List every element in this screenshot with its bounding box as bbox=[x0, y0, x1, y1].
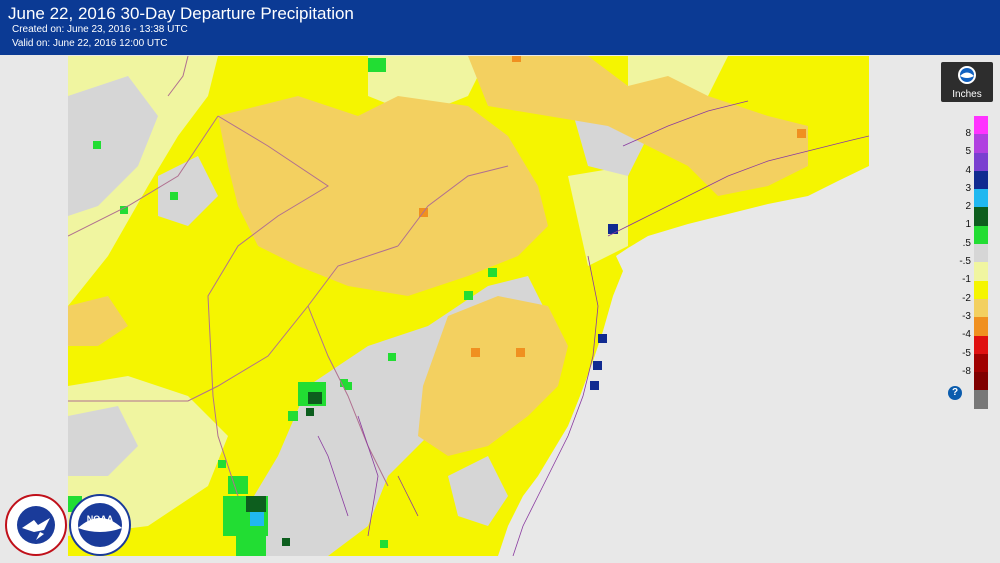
legend-swatch bbox=[974, 353, 988, 373]
legend-label: .5 bbox=[962, 237, 971, 249]
noaa-logo-text: NOAA bbox=[87, 514, 114, 524]
legend-swatch bbox=[974, 189, 988, 208]
legend-label: 5 bbox=[965, 146, 971, 158]
legend-label bbox=[941, 403, 971, 421]
legend-swatch bbox=[974, 244, 988, 263]
legend-swatch bbox=[974, 170, 988, 190]
legend-panel: Inches 8 5 4 3 2 1 .5 -.5 -1 -2 -3 -4 -5 -8 bbox=[941, 62, 993, 409]
legend-swatch bbox=[974, 225, 988, 245]
page-title: June 22, 2016 30-Day Departure Precipita… bbox=[8, 4, 354, 23]
valid-timestamp: Valid on: June 22, 2016 12:00 UTC bbox=[12, 38, 168, 49]
legend-swatch bbox=[974, 298, 988, 318]
legend-label: -8 bbox=[962, 365, 971, 377]
legend-label: -2 bbox=[962, 292, 971, 304]
title-bar: June 22, 2016 30-Day Departure Precipita… bbox=[0, 0, 1000, 55]
legend-label: 1 bbox=[965, 219, 971, 231]
precip-cells-plus2 bbox=[250, 512, 264, 526]
legend-swatch bbox=[974, 317, 988, 336]
noaa-logo-icon-large: NOAA bbox=[69, 494, 131, 556]
noaa-badge: Inches bbox=[941, 62, 993, 102]
noaa-logo-icon bbox=[958, 66, 976, 84]
legend-swatch bbox=[974, 152, 988, 171]
legend-label: -3 bbox=[962, 310, 971, 322]
legend-label: 3 bbox=[965, 182, 971, 194]
legend-label: -1 bbox=[962, 274, 971, 286]
legend-swatch bbox=[974, 390, 988, 409]
legend-swatch bbox=[974, 280, 988, 299]
legend-label: -.5 bbox=[959, 256, 971, 268]
map-canvas bbox=[68, 56, 869, 556]
created-timestamp: Created on: June 23, 2016 - 13:38 UTC bbox=[12, 24, 188, 35]
agency-logos: NOAA bbox=[4, 492, 134, 563]
legend-swatch bbox=[974, 207, 988, 226]
legend-labels: 8 5 4 3 2 1 .5 -.5 -1 -2 -3 -4 -5 -8 bbox=[941, 116, 971, 409]
precipitation-map[interactable] bbox=[68, 56, 869, 556]
legend-swatch bbox=[974, 116, 988, 135]
legend-label: 4 bbox=[965, 164, 971, 176]
legend-label: 8 bbox=[965, 128, 971, 139]
legend-swatch bbox=[974, 134, 988, 153]
legend-swatch bbox=[974, 262, 988, 281]
legend-swatch bbox=[974, 372, 988, 391]
legend-units: Inches bbox=[952, 89, 982, 100]
help-icon[interactable]: ? bbox=[948, 386, 962, 400]
nws-noaa-logos: NOAA bbox=[5, 494, 131, 556]
legend-label: 2 bbox=[965, 201, 971, 213]
legend-swatch bbox=[974, 335, 988, 354]
legend-scale bbox=[974, 116, 988, 409]
legend-label: -5 bbox=[962, 347, 971, 359]
legend-label: -4 bbox=[962, 329, 971, 341]
nws-logo-icon bbox=[5, 494, 67, 556]
